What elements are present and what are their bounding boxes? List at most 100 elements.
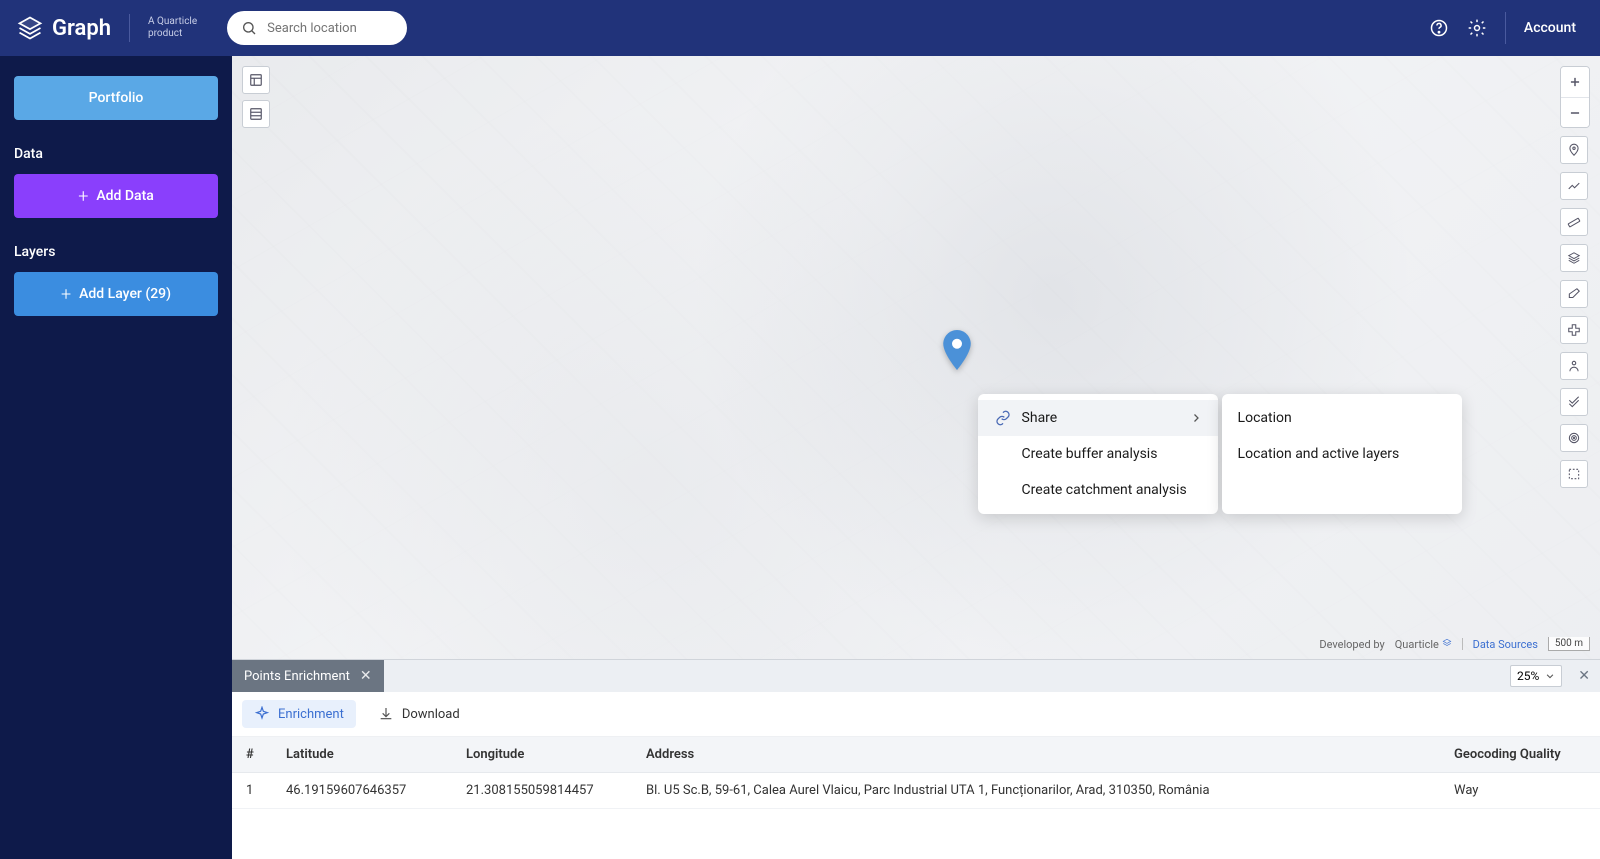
cell-quality: Way [1440,773,1600,809]
map-marker-icon[interactable] [942,330,972,370]
main-layout: Portfolio Data + Add Data Layers + Add L… [0,56,1600,859]
portfolio-label: Portfolio [89,90,144,106]
content-area: Share Create buffer analysis Create catc… [232,56,1600,859]
add-data-button[interactable]: + Add Data [14,174,218,218]
plus-icon: + [61,284,71,305]
select-box-tool-icon[interactable] [1560,460,1588,488]
streetview-tool-icon[interactable] [1560,352,1588,380]
dashboard-icon[interactable] [242,66,270,94]
brand-name: Graph [52,16,111,41]
health-tool-icon[interactable] [1560,316,1588,344]
col-quality[interactable]: Geocoding Quality [1440,737,1600,773]
brand-sub2: product [148,28,182,39]
panel-tab-label: Points Enrichment [244,669,350,684]
chart-tool-icon[interactable] [1560,172,1588,200]
download-icon [378,706,394,722]
col-lon[interactable]: Longitude [452,737,632,773]
add-layer-label: Add Layer (29) [79,286,171,302]
data-section-title: Data [14,146,218,162]
layers-section-title: Layers [14,244,218,260]
plus-icon: + [78,186,88,207]
cell-lat: 46.19159607646357 [272,773,452,809]
help-icon[interactable] [1429,18,1449,38]
brand-sub1: A Quarticle [148,16,197,27]
enrichment-button[interactable]: Enrichment [242,700,356,728]
ctx-sub-location-label: Location [1238,410,1292,426]
ctx-share[interactable]: Share [978,400,1218,436]
ctx-catchment-label: Create catchment analysis [1022,482,1187,498]
table-row[interactable]: 1 46.19159607646357 21.308155059814457 B… [232,773,1600,809]
data-sources-link[interactable]: Data Sources [1473,638,1538,651]
map-tools [1560,136,1590,488]
ctx-sub-location-layers[interactable]: Location and active layers [1222,436,1462,472]
ruler-tool-icon[interactable] [1560,208,1588,236]
panel-close-icon[interactable]: ✕ [1578,668,1590,684]
brand-subline: A Quarticle product [148,16,197,40]
ctx-buffer-label: Create buffer analysis [1022,446,1158,462]
panel-tab-points-enrichment[interactable]: Points Enrichment ✕ [232,660,384,692]
panel-table: # Latitude Longitude Address Geocoding Q… [232,737,1600,859]
map-top-left-controls [242,66,270,128]
sidebar: Portfolio Data + Add Data Layers + Add L… [0,56,232,859]
panel-toolbar: Enrichment Download [232,692,1600,737]
bottom-panel: Points Enrichment ✕ 25% ✕ Enrich [232,659,1600,859]
header-actions: Account [1429,12,1584,44]
pin-tool-icon[interactable] [1560,136,1588,164]
quarticle-link[interactable]: Quarticle [1395,638,1452,651]
ctx-share-label: Share [1022,410,1058,426]
ctx-sub-location-layers-label: Location and active layers [1238,446,1400,462]
search-box[interactable] [227,11,407,45]
close-icon[interactable]: ✕ [360,668,372,684]
map-right-controls [1560,66,1590,488]
list-icon[interactable] [242,100,270,128]
panel-zoom-select[interactable]: 25% [1510,665,1562,687]
ctx-create-catchment[interactable]: Create catchment analysis [978,472,1218,508]
add-layer-button[interactable]: + Add Layer (29) [14,272,218,316]
zoom-in-icon[interactable] [1561,67,1589,97]
zoom-controls [1560,66,1590,128]
table-header-row: # Latitude Longitude Address Geocoding Q… [232,737,1600,773]
devby-label: Developed by [1319,638,1384,651]
context-menu-main: Share Create buffer analysis Create catc… [978,394,1218,514]
ctx-sub-location[interactable]: Location [1222,400,1462,436]
col-lat[interactable]: Latitude [272,737,452,773]
context-submenu: Location Location and active layers [1222,394,1462,514]
map-canvas[interactable]: Share Create buffer analysis Create catc… [232,56,1600,659]
cell-lon: 21.308155059814457 [452,773,632,809]
quarticle-label: Quarticle [1395,638,1439,651]
ctx-create-buffer[interactable]: Create buffer analysis [978,436,1218,472]
context-menu: Share Create buffer analysis Create catc… [978,394,1462,514]
brand-divider [129,14,130,42]
panel-tabs: Points Enrichment ✕ 25% ✕ [232,660,1600,692]
scale-bar: 500 m [1548,637,1590,651]
panel-zoom-value: 25% [1517,669,1539,683]
add-data-label: Add Data [96,188,153,204]
download-label: Download [402,707,460,722]
logo-icon [16,14,44,42]
check-tool-icon[interactable] [1560,388,1588,416]
col-addr[interactable]: Address [632,737,1440,773]
target-tool-icon[interactable] [1560,424,1588,452]
cell-addr: Bl. U5 Sc.B, 59-61, Calea Aurel Vlaicu, … [632,773,1440,809]
gear-icon[interactable] [1467,18,1487,38]
search-input[interactable] [267,21,433,36]
download-button[interactable]: Download [366,700,472,728]
attrib-divider [1462,638,1463,650]
col-idx[interactable]: # [232,737,272,773]
chevron-right-icon [1190,412,1202,424]
cell-idx: 1 [232,773,272,809]
sparkle-icon [254,706,270,722]
app-header: Graph A Quarticle product Account [0,0,1600,56]
chevron-down-icon [1545,671,1555,681]
header-divider [1505,12,1506,44]
search-icon [241,20,257,36]
account-link[interactable]: Account [1524,20,1576,36]
map-attribution: Developed by Quarticle Data Sources 500 … [1319,637,1590,651]
brand-block: Graph A Quarticle product [16,14,197,42]
layers-tool-icon[interactable] [1560,244,1588,272]
enrichment-label: Enrichment [278,707,344,722]
portfolio-button[interactable]: Portfolio [14,76,218,120]
link-icon [994,410,1012,426]
eraser-tool-icon[interactable] [1560,280,1588,308]
zoom-out-icon[interactable] [1561,97,1589,127]
